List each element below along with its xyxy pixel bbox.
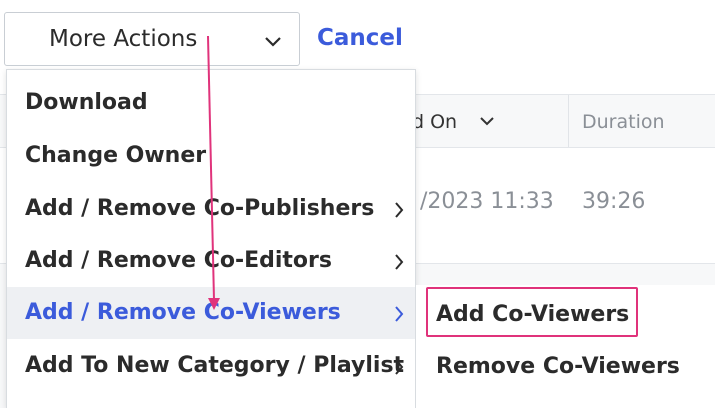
menu-item-label: Add / Remove Co-Publishers xyxy=(25,196,375,221)
menu-item-label: Change Owner xyxy=(25,143,207,168)
chevron-right-icon xyxy=(395,359,404,375)
column-header-duration[interactable]: Duration xyxy=(582,111,665,133)
cell-date: /2023 11:33 xyxy=(420,189,554,214)
menu-item-label: Add / Remove Co-Viewers xyxy=(25,300,341,325)
menu-item-label: Add / Remove Co-Editors xyxy=(25,248,332,273)
menu-item-download[interactable]: Download xyxy=(7,77,415,129)
menu-item-add-to-category[interactable]: Add To New Category / Playlist xyxy=(7,340,415,392)
cancel-button[interactable]: Cancel xyxy=(317,25,403,51)
more-actions-label: More Actions xyxy=(49,26,198,52)
more-actions-dropdown[interactable]: More Actions xyxy=(4,12,300,66)
menu-item-co-editors[interactable]: Add / Remove Co-Editors xyxy=(7,235,415,287)
more-actions-menu: Download Change Owner Add / Remove Co-Pu… xyxy=(6,69,416,408)
column-header-date[interactable]: d On xyxy=(412,111,457,133)
menu-item-label: Add To New Category / Playlist xyxy=(25,353,405,378)
column-divider xyxy=(568,95,569,147)
chevron-right-icon xyxy=(395,306,404,322)
annotation-highlight-box xyxy=(426,287,638,337)
submenu-item-remove-co-viewers[interactable]: Remove Co-Viewers xyxy=(436,354,680,379)
chevron-right-icon xyxy=(395,254,404,270)
menu-item-change-owner[interactable]: Change Owner xyxy=(7,130,415,182)
menu-item-co-publishers[interactable]: Add / Remove Co-Publishers xyxy=(7,183,415,235)
menu-item-label: Download xyxy=(25,90,148,115)
chevron-down-icon xyxy=(265,37,281,47)
cell-duration: 39:26 xyxy=(582,189,646,214)
chevron-right-icon xyxy=(395,202,404,218)
sort-chevron-icon[interactable] xyxy=(479,115,495,127)
menu-item-co-viewers[interactable]: Add / Remove Co-Viewers xyxy=(7,287,415,339)
